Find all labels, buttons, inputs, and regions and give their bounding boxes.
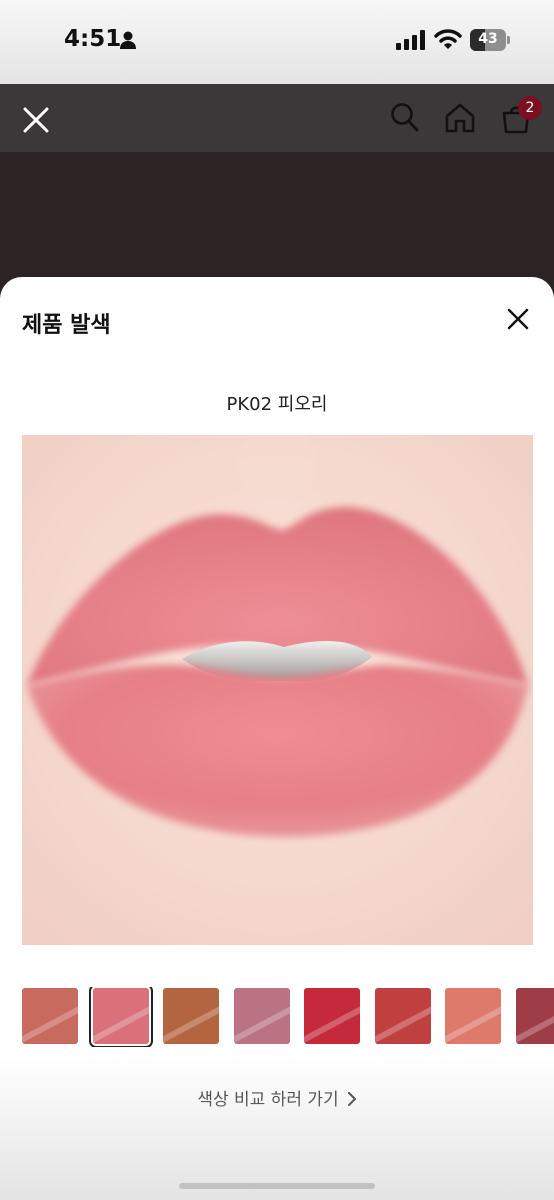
swatch-texture <box>233 997 290 1044</box>
swatch-texture <box>445 997 501 1044</box>
swatch-texture <box>163 997 219 1044</box>
close-icon[interactable] <box>506 307 530 331</box>
shade-swatch[interactable] <box>22 988 78 1044</box>
cellular-signal-icon <box>396 30 425 50</box>
swatch-texture <box>22 997 78 1044</box>
status-bar: 4:51 43 <box>0 0 554 84</box>
bottom-fade <box>0 1057 554 1200</box>
status-time: 4:51 <box>64 26 122 52</box>
battery-percent: 43 <box>478 31 498 47</box>
chevron-right-icon <box>347 1092 356 1106</box>
close-icon[interactable] <box>22 106 50 134</box>
person-icon <box>120 31 136 49</box>
lip-swatch-image <box>22 435 533 945</box>
shade-swatch[interactable] <box>233 988 290 1044</box>
shade-swatch[interactable] <box>445 988 501 1044</box>
wifi-icon <box>434 29 462 49</box>
shade-swatch[interactable] <box>88 987 153 1047</box>
shade-swatch[interactable] <box>304 988 360 1044</box>
home-icon[interactable] <box>444 102 476 134</box>
swatch-texture <box>304 997 360 1044</box>
swatch-texture <box>374 997 431 1044</box>
shade-swatch[interactable] <box>515 988 554 1044</box>
product-color-sheet: 제품 발색 PK02 피오리 색상 비교 하러 가기 <box>0 277 554 1200</box>
home-indicator <box>179 1183 375 1189</box>
sheet-title: 제품 발색 <box>22 313 111 338</box>
compare-colors-link[interactable]: 색상 비교 하러 가기 <box>0 1085 554 1110</box>
battery-cap <box>507 36 510 44</box>
shade-swatch[interactable] <box>374 988 431 1044</box>
cart-count-badge: 2 <box>518 96 542 120</box>
battery-indicator: 43 <box>470 29 506 51</box>
shade-swatch[interactable] <box>163 988 219 1044</box>
search-icon[interactable] <box>390 102 420 134</box>
shade-name: PK02 피오리 <box>226 394 328 415</box>
top-nav-bar: 2 <box>0 84 554 152</box>
swatch-texture <box>92 997 149 1044</box>
compare-colors-label: 색상 비교 하러 가기 <box>197 1090 339 1110</box>
shade-swatch-list <box>0 987 554 1047</box>
swatch-texture <box>515 997 554 1044</box>
